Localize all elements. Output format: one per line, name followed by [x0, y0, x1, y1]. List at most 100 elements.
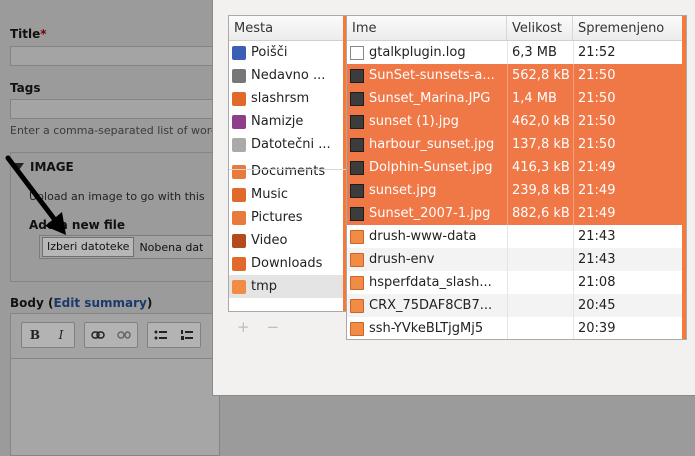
place-item[interactable]: Poišči: [229, 41, 347, 64]
title-label: Title*: [10, 27, 47, 41]
column-name[interactable]: Ime: [347, 16, 507, 40]
bulleted-list-icon: [154, 330, 167, 340]
add-bookmark-button[interactable]: +: [237, 318, 250, 336]
file-name: sunset.jpg: [369, 183, 437, 198]
file-size: 562,8 kB: [507, 64, 573, 87]
file-name: Sunset_Marina.JPG: [369, 91, 491, 106]
tags-input[interactable]: [10, 99, 220, 119]
file-name-cell: Sunset_Marina.JPG: [347, 87, 507, 110]
column-size[interactable]: Velikost: [507, 16, 573, 40]
file-row[interactable]: CRX_75DAF8CB7... 20:45: [347, 294, 686, 317]
file-modified: 20:45: [573, 294, 686, 317]
pictures-folder-icon: [232, 210, 246, 225]
places-header[interactable]: Mesta: [229, 16, 347, 41]
place-item[interactable]: Video: [229, 229, 347, 252]
file-name: SunSet-sunsets-a...: [369, 68, 495, 83]
text-file-icon: [350, 45, 364, 60]
file-size: 6,3 MB: [507, 41, 573, 64]
link-button[interactable]: [85, 323, 111, 347]
place-item[interactable]: Documents: [229, 160, 347, 183]
title-input[interactable]: [10, 46, 220, 66]
file-row[interactable]: harbour_sunset.jpg 137,8 kB 21:50: [347, 133, 686, 156]
file-modified: 21:49: [573, 202, 686, 225]
unlink-button[interactable]: [111, 323, 137, 347]
annotation-arrow-icon: [5, 155, 66, 235]
file-size: 462,0 kB: [507, 110, 573, 133]
list-button-group: [147, 322, 201, 348]
file-modified: 21:50: [573, 64, 686, 87]
file-modified: 21:52: [573, 41, 686, 64]
place-label: Poišči: [251, 45, 288, 60]
file-size: 239,8 kB: [507, 179, 573, 202]
recent-clock-icon: [232, 68, 246, 83]
file-modified: 20:39: [573, 317, 686, 339]
bold-button[interactable]: B: [22, 323, 48, 347]
file-name: sunset (1).jpg: [369, 114, 459, 129]
column-modified[interactable]: Spremenjeno: [573, 16, 686, 40]
place-item[interactable]: Music: [229, 183, 347, 206]
file-name-cell: sunset (1).jpg: [347, 110, 507, 133]
file-name: Sunset_2007-1.jpg: [369, 206, 491, 221]
file-row[interactable]: sunset (1).jpg 462,0 kB 21:50: [347, 110, 686, 133]
file-row[interactable]: ssh-YVkeBLTjgMj5 20:39: [347, 317, 686, 339]
numbered-list-icon: [181, 330, 193, 340]
folder-icon: [350, 298, 364, 313]
file-row[interactable]: Sunset_2007-1.jpg 882,6 kB 21:49: [347, 202, 686, 225]
place-item[interactable]: slashrsm: [229, 87, 347, 110]
bookmark-buttons: + −: [237, 318, 296, 336]
link-icon: [91, 331, 105, 339]
file-size: 882,6 kB: [507, 202, 573, 225]
file-modified: 21:50: [573, 133, 686, 156]
place-item[interactable]: Pictures: [229, 206, 347, 229]
place-item[interactable]: Namizje: [229, 110, 347, 133]
numbered-list-button[interactable]: [174, 323, 200, 347]
place-label: Nedavno ...: [251, 68, 326, 83]
file-size: [507, 294, 573, 317]
format-button-group: B I: [21, 322, 75, 348]
file-modified: 21:08: [573, 271, 686, 294]
file-row[interactable]: Dolphin-Sunset.jpg 416,3 kB 21:49: [347, 156, 686, 179]
place-item[interactable]: Nedavno ...: [229, 64, 347, 87]
folder-icon: [350, 252, 364, 267]
file-list: Ime Velikost Spremenjeno gtalkplugin.log…: [346, 15, 687, 340]
place-item[interactable]: tmp: [229, 275, 347, 298]
edit-summary-link[interactable]: Edit summary: [53, 296, 146, 310]
file-size: 137,8 kB: [507, 133, 573, 156]
place-label: Music: [251, 187, 288, 202]
file-row[interactable]: drush-env 21:43: [347, 248, 686, 271]
file-size: [507, 271, 573, 294]
file-row[interactable]: hsperfdata_slash... 21:08: [347, 271, 686, 294]
file-row[interactable]: sunset.jpg 239,8 kB 21:49: [347, 179, 686, 202]
image-file-icon: [350, 68, 364, 83]
file-name: CRX_75DAF8CB7...: [369, 298, 493, 313]
place-item[interactable]: Downloads: [229, 252, 347, 275]
file-row[interactable]: gtalkplugin.log 6,3 MB 21:52: [347, 41, 686, 64]
remove-bookmark-button[interactable]: −: [267, 318, 280, 336]
file-list-scrollbar[interactable]: [682, 16, 686, 339]
image-file-icon: [350, 91, 364, 106]
editor-toolbar: B I: [10, 313, 220, 359]
file-name-cell: hsperfdata_slash...: [347, 271, 507, 294]
file-name-cell: sunset.jpg: [347, 179, 507, 202]
place-item[interactable]: Datotečni ...: [229, 133, 347, 156]
file-name-cell: gtalkplugin.log: [347, 41, 507, 64]
place-label: tmp: [251, 279, 278, 294]
file-row[interactable]: SunSet-sunsets-a... 562,8 kB 21:50: [347, 64, 686, 87]
image-file-icon: [350, 160, 364, 175]
image-file-icon: [350, 206, 364, 221]
italic-button[interactable]: I: [48, 323, 74, 347]
file-list-header: Ime Velikost Spremenjeno: [347, 16, 686, 41]
file-row[interactable]: Sunset_Marina.JPG 1,4 MB 21:50: [347, 87, 686, 110]
file-list-body: gtalkplugin.log 6,3 MB 21:52 SunSet-sunsets…: [347, 41, 686, 339]
file-name: ssh-YVkeBLTjgMj5: [369, 321, 484, 336]
tags-description: Enter a comma-separated list of word: [10, 124, 219, 137]
file-row[interactable]: drush-www-data 21:43: [347, 225, 686, 248]
file-name: drush-www-data: [369, 229, 477, 244]
file-name-cell: CRX_75DAF8CB7...: [347, 294, 507, 317]
bulleted-list-button[interactable]: [148, 323, 174, 347]
body-editor-area[interactable]: [10, 359, 220, 456]
places-separator: [229, 169, 347, 170]
folder-icon: [350, 275, 364, 290]
place-label: Video: [251, 233, 288, 248]
file-name-cell: ssh-YVkeBLTjgMj5: [347, 317, 507, 339]
